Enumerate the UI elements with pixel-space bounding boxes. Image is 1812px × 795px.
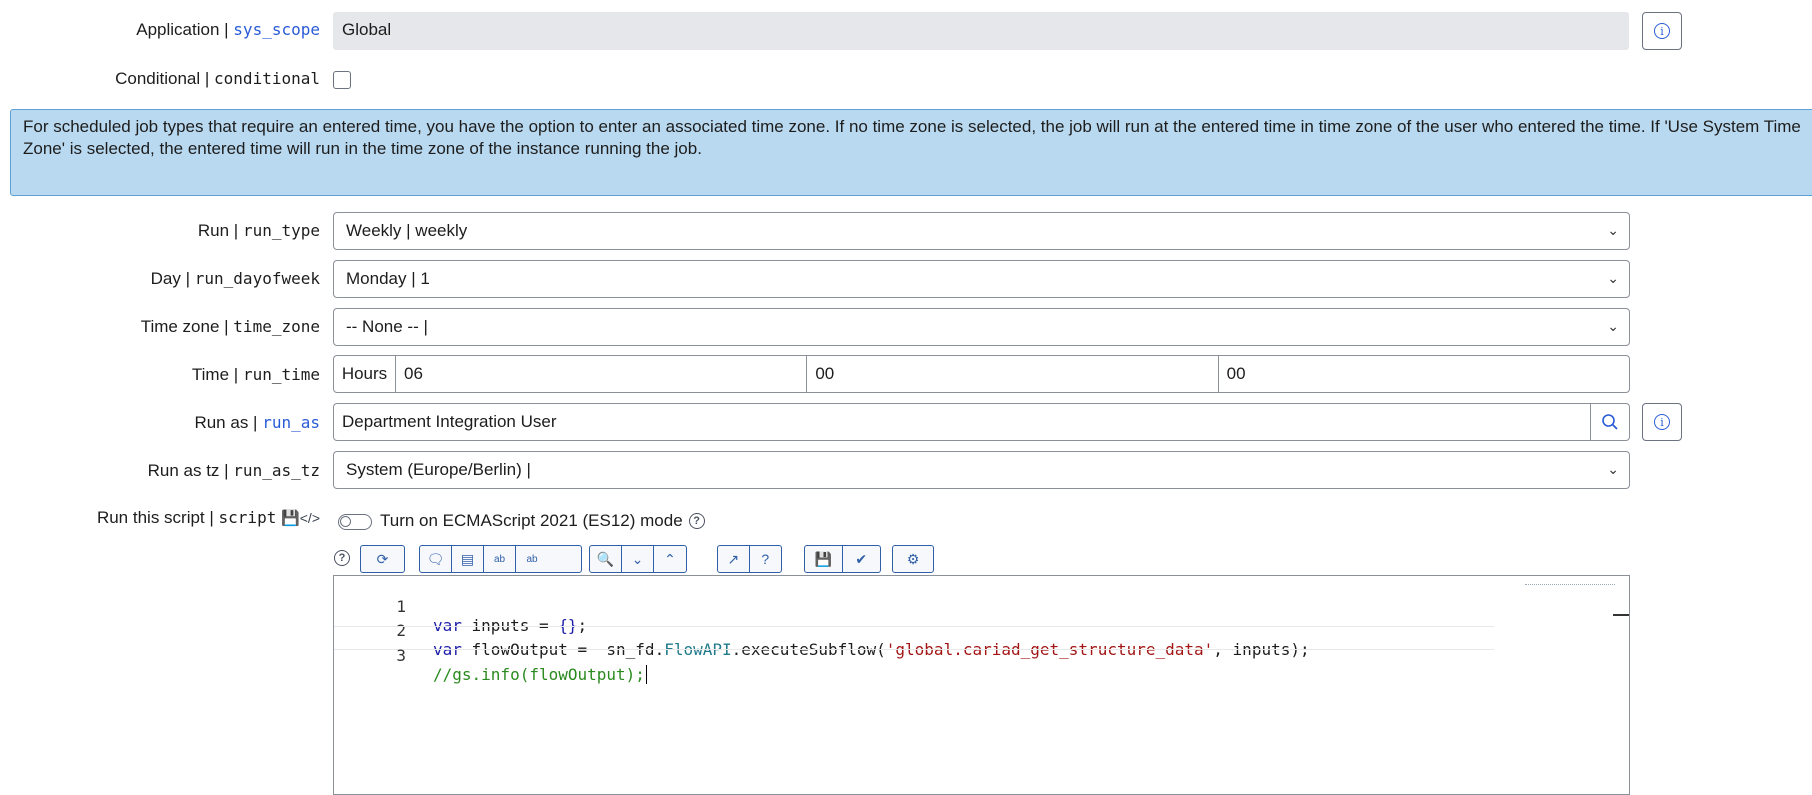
info-icon: i — [1654, 414, 1670, 430]
help-icon[interactable]: ? — [688, 513, 705, 529]
toggle-comment-icon[interactable]: ▤ — [452, 546, 484, 572]
time-zone-label: Time zone | time_zone — [140, 317, 320, 336]
code-line: 2 var flowOutput = sn_fd.FlowAPI.execute… — [396, 621, 1310, 659]
editor-minimap[interactable] — [1525, 578, 1615, 585]
chevron-down-icon: ⌄ — [1607, 222, 1619, 238]
search-icon — [1602, 414, 1618, 430]
run-type-select[interactable]: Weekly | weekly ⌄ — [333, 212, 1630, 250]
run-as-info-button[interactable]: i — [1642, 403, 1682, 441]
format-icon[interactable]: ⟳ — [361, 546, 404, 572]
timezone-info-banner: For scheduled job types that require an … — [10, 109, 1812, 196]
run-dayofweek-select[interactable]: Monday | 1 ⌄ — [333, 260, 1630, 298]
info-icon: i — [1654, 23, 1670, 39]
run-time-group: Hours 06 00 00 — [333, 355, 1630, 393]
debug-icon[interactable]: ⚙ — [893, 546, 933, 572]
conditional-label: Conditional | conditional — [115, 69, 320, 88]
fold-icon[interactable]: ⌄ — [622, 546, 654, 572]
chevron-down-icon: ⌄ — [1607, 318, 1619, 334]
run-as-search-button[interactable] — [1590, 403, 1630, 441]
fullscreen-icon[interactable]: ↗ — [718, 546, 750, 572]
application-label: Application | sys_scope — [136, 20, 320, 39]
day-label: Day | run_dayofweek — [150, 269, 320, 288]
toolbar-group-debug: ⚙ — [892, 545, 934, 573]
time-zone-select[interactable]: -- None -- | ⌄ — [333, 308, 1630, 346]
hours-addon: Hours — [334, 356, 396, 392]
toolbar-group-edit: 🗨 ▤ ab ab — [419, 545, 582, 573]
editor-scrollbar-marker[interactable] — [1613, 614, 1629, 616]
toolbar-group-save: 💾 ✔ — [804, 545, 881, 573]
unfold-icon[interactable]: ⌃ — [654, 546, 686, 572]
application-info-button[interactable]: i — [1642, 12, 1682, 50]
chevron-down-icon: ⌄ — [1607, 270, 1619, 286]
code-line: 1 var inputs = {}; — [396, 597, 588, 635]
find-icon[interactable]: 🔍 — [590, 546, 622, 572]
toolbar-group-view: ↗ ? — [717, 545, 782, 573]
script-check-icon[interactable]: ✔ — [843, 546, 881, 572]
editor-help-icon[interactable]: ? — [334, 550, 350, 566]
run-as-label: Run as | run_as — [194, 413, 320, 432]
seconds-input[interactable]: 00 — [1219, 356, 1629, 392]
help-circle-icon[interactable]: ? — [750, 546, 781, 572]
code-icon[interactable]: </> — [300, 510, 320, 526]
run-as-tz-select[interactable]: System (Europe/Berlin) | ⌄ — [333, 451, 1630, 489]
code-line-active: 3 //gs.info(flowOutput); — [334, 626, 1494, 684]
save-icon[interactable]: 💾 — [805, 546, 843, 572]
es12-mode-label: Turn on ECMAScript 2021 (ES12) mode — [380, 511, 683, 530]
conditional-checkbox[interactable] — [333, 71, 351, 89]
script-label: Run this script | script 💾</> — [96, 508, 320, 527]
application-field: Global — [333, 12, 1629, 50]
toolbar-group-search: 🔍 ⌄ ⌃ — [589, 545, 687, 573]
run-label: Run | run_type — [197, 221, 320, 240]
es12-mode-row: Turn on ECMAScript 2021 (ES12) mode ? — [380, 511, 705, 531]
time-label: Time | run_time — [191, 365, 320, 384]
replace-all-icon[interactable]: ab — [516, 546, 548, 572]
toolbar-group-format: ⟳ — [360, 545, 405, 573]
run-as-input[interactable]: Department Integration User — [333, 403, 1591, 441]
chevron-down-icon: ⌄ — [1607, 461, 1619, 477]
replace-icon[interactable]: ab — [484, 546, 516, 572]
save-field-icon[interactable]: 💾 — [281, 510, 300, 527]
hours-input[interactable]: 06 — [396, 356, 808, 392]
minutes-input[interactable]: 00 — [807, 356, 1219, 392]
comment-icon[interactable]: 🗨 — [420, 546, 452, 572]
es12-mode-toggle[interactable] — [338, 514, 372, 530]
script-editor[interactable]: 1 var inputs = {}; 2 var flowOutput = sn… — [333, 575, 1630, 795]
run-as-tz-label: Run as tz | run_as_tz — [147, 461, 320, 480]
